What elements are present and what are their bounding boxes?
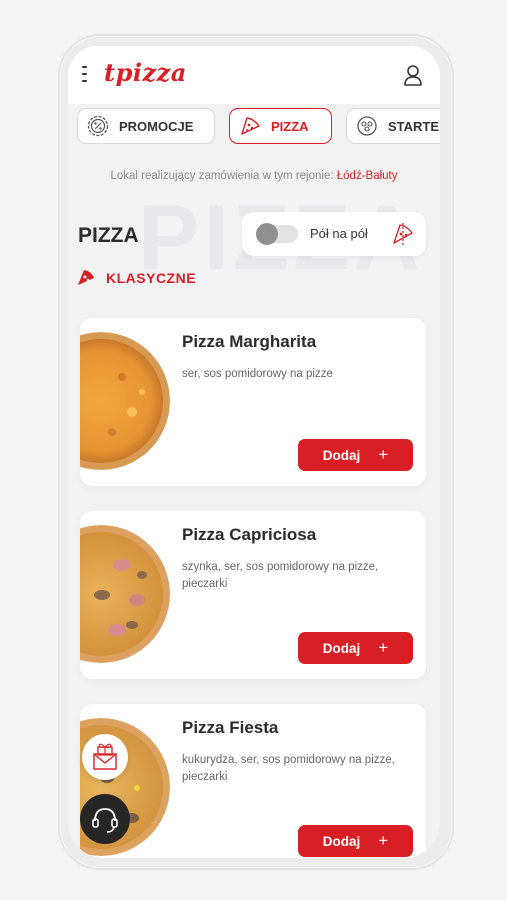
gift-envelope-icon <box>93 743 117 770</box>
app-screen: tpizza PROMOCJE PIZZA STARTE Lokal reali… <box>68 46 440 858</box>
add-to-cart-button[interactable]: Dodaj + <box>298 439 413 471</box>
product-name: Pizza Capriciosa <box>182 525 317 544</box>
add-button-label: Dodaj <box>322 447 361 463</box>
tab-promocje[interactable]: PROMOCJE <box>77 108 215 144</box>
tab-starters[interactable]: STARTE <box>346 108 440 144</box>
toggle-switch[interactable] <box>256 223 298 245</box>
product-card[interactable]: Pizza Fiesta kukurydza, ser, sos pomidor… <box>80 704 426 858</box>
product-card[interactable]: Pizza Capriciosa szynka, ser, sos pomido… <box>80 511 426 679</box>
location-info: Lokal realizujący zamówienia w tym rejon… <box>68 170 440 182</box>
percent-badge-icon <box>87 115 109 137</box>
app-header: tpizza <box>68 46 440 104</box>
tab-label: STARTE <box>388 118 440 134</box>
plus-icon: + <box>378 831 389 850</box>
add-button-label: Dodaj <box>322 833 361 849</box>
product-description: kukurydza, ser, sos pomidorowy na pizze,… <box>182 754 395 783</box>
product-name: Pizza Fiesta <box>182 718 279 737</box>
brand-logo[interactable]: tpizza <box>104 58 187 87</box>
plus-icon: + <box>378 638 389 657</box>
tab-label: PIZZA <box>271 118 309 134</box>
headset-icon <box>92 808 118 833</box>
add-to-cart-button[interactable]: Dodaj + <box>298 825 413 857</box>
category-tabs: PROMOCJE PIZZA STARTE <box>68 108 440 148</box>
product-description: szynka, ser, sos pomidorowy na pizze, pi… <box>182 561 379 590</box>
support-chat-button[interactable] <box>80 794 130 844</box>
location-city-link[interactable]: Łódź-Bałuty <box>337 170 398 182</box>
product-card[interactable]: Pizza Margharita ser, sos pomidorowy na … <box>80 318 426 486</box>
page-title: PIZZA <box>78 224 139 247</box>
tab-label: PROMOCJE <box>119 118 194 134</box>
pizza-image <box>80 525 170 663</box>
gift-button[interactable] <box>82 734 128 780</box>
menu-icon[interactable] <box>82 66 88 82</box>
section-label: KLASYCZNE <box>106 270 197 286</box>
starter-icon <box>357 116 377 136</box>
section-heading: KLASYCZNE <box>76 268 196 288</box>
half-pizza-icon <box>393 223 413 245</box>
user-account-icon[interactable] <box>403 64 423 86</box>
pizza-slice-icon <box>78 270 94 285</box>
half-half-label: Pół na pół <box>310 226 368 241</box>
location-text: Lokal realizujący zamówienia w tym rejon… <box>110 170 334 182</box>
add-button-label: Dodaj <box>322 640 361 656</box>
pizza-slice-icon <box>241 117 260 135</box>
add-to-cart-button[interactable]: Dodaj + <box>298 632 413 664</box>
plus-icon: + <box>378 445 389 464</box>
product-name: Pizza Margharita <box>182 332 317 351</box>
tab-pizza[interactable]: PIZZA <box>229 108 332 144</box>
product-description: ser, sos pomidorowy na pizze <box>182 368 333 380</box>
half-half-toggle[interactable]: Pół na pół <box>242 212 426 256</box>
pizza-image <box>80 332 170 470</box>
